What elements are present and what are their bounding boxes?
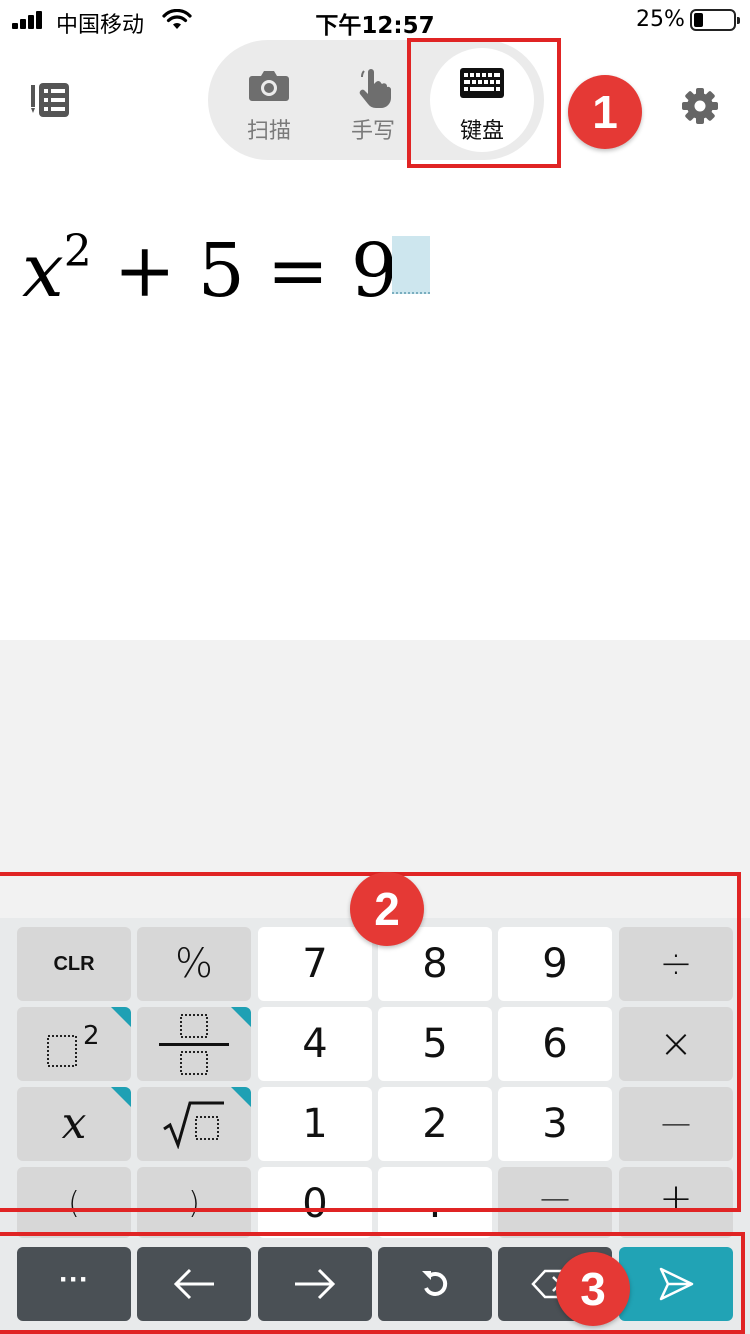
expr-plus: +: [113, 228, 176, 314]
annotation-badge-3: 3: [556, 1252, 630, 1326]
annotation-badge-2: 2: [350, 872, 424, 946]
status-bar: 中国移动 下午12:57 25%: [0, 0, 750, 40]
math-expression[interactable]: x2 +5 = 9: [22, 226, 398, 316]
list-icon[interactable]: [30, 82, 70, 118]
gear-icon[interactable]: [682, 88, 718, 124]
input-placeholder-cursor[interactable]: [392, 236, 430, 294]
battery-icon: [690, 9, 740, 31]
annotation-box-3: [0, 1232, 745, 1334]
tab-scan[interactable]: 扫描: [214, 40, 324, 160]
camera-icon: [249, 71, 289, 101]
annotation-box-1: [407, 38, 561, 168]
hand-pointer-icon: [359, 69, 391, 108]
expr-result: 9: [350, 228, 398, 314]
expr-variable: x: [22, 228, 64, 314]
expr-equals: =: [266, 228, 329, 314]
expr-exponent: 2: [63, 226, 92, 277]
tab-scan-label: 扫描: [246, 119, 291, 144]
battery-percent: 25%: [636, 7, 685, 32]
expr-addend: 5: [197, 228, 245, 314]
annotation-badge-1: 1: [568, 75, 642, 149]
